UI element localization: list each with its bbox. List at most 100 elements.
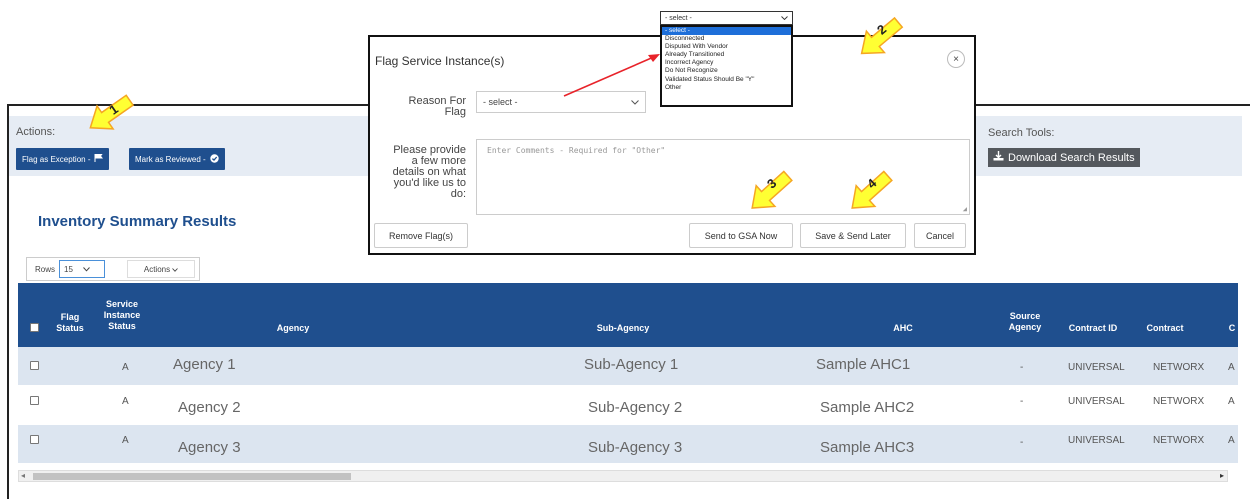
chevron-down-icon [781,15,788,22]
select-all-checkbox[interactable] [30,323,39,332]
header-source-agency[interactable]: Source Agency [1000,311,1050,333]
flag-as-exception-label: Flag as Exception - [22,154,91,164]
download-search-results-button[interactable]: Download Search Results [988,148,1140,167]
comments-placeholder: Enter Comments - Required for "Other" [487,146,666,155]
callout-arrow-2: 2 [850,12,910,64]
table-actions-dropdown[interactable]: Actions [127,260,195,278]
cell-sub-agency: Sub-Agency 1 [584,356,679,373]
mark-as-reviewed-label: Mark as Reviewed - [135,154,206,164]
cell-source-agency: - [1020,437,1024,448]
send-to-gsa-now-button[interactable]: Send to GSA Now [689,223,793,248]
dropdown-current-value: - select - [665,14,692,22]
cancel-label: Cancel [925,230,954,241]
details-label: Please provide a few more details on wha… [374,145,466,200]
table-row[interactable]: A Agency 1 Sub-Agency 1 Sample AHC1 - UN… [18,347,1238,385]
cell-contract: NETWORX [1153,362,1205,373]
reason-dropdown-list: - select - Disconnected Disputed With Ve… [660,25,793,107]
callout-arrow-3: 3 [740,166,800,218]
header-contract[interactable]: Contract [1135,323,1195,334]
cell-sub-agency: Sub-Agency 3 [588,439,683,456]
remove-flags-button[interactable]: Remove Flag(s) [374,223,468,248]
row-checkbox[interactable] [30,435,39,444]
resize-handle-icon[interactable]: ◢ [963,205,967,213]
header-sub-agency[interactable]: Sub-Agency [573,323,673,334]
flag-as-exception-button[interactable]: Flag as Exception - [16,148,110,170]
rows-label: Rows [35,265,56,274]
cell-status: A [122,396,129,407]
reason-label-line: Flag [444,106,466,118]
horizontal-scrollbar[interactable]: ◂ ▸ [18,470,1228,482]
header-flag-status[interactable]: Flag Status [48,312,92,334]
cell-sub-agency: Sub-Agency 2 [588,399,683,416]
dropdown-option[interactable]: Do Not Recognize [662,67,791,75]
dropdown-option[interactable]: Validated Status Should Be "Y" [662,76,791,84]
cell-truncated: A [1228,362,1235,373]
cell-contract: NETWORX [1153,396,1205,407]
reason-select-value: - select - [483,97,518,107]
cell-status: A [122,435,129,446]
dropdown-option[interactable]: Disconnected [662,35,791,43]
download-icon [993,151,1004,164]
dropdown-option[interactable]: - select - [662,27,791,36]
close-button[interactable]: × [947,50,965,68]
header-service-instance-status[interactable]: Service Instance Status [98,299,146,332]
cancel-button[interactable]: Cancel [914,223,966,248]
cell-ahc: Sample AHC1 [816,356,911,373]
row-checkbox[interactable] [30,361,39,370]
cell-contract-id: UNIVERSAL [1068,435,1125,446]
dropdown-option[interactable]: Incorrect Agency [662,59,791,67]
cell-contract-id: UNIVERSAL [1068,396,1125,407]
table-header: Flag Status Service Instance Status Agen… [18,283,1238,347]
cell-agency: Agency 3 [178,439,241,456]
cell-agency: Agency 2 [178,399,241,416]
rows-per-page-select[interactable]: 15 [59,260,105,278]
save-send-later-button[interactable]: Save & Send Later [800,223,906,248]
cell-truncated: A [1228,396,1235,407]
table-actions-label: Actions [143,264,171,274]
dropdown-option[interactable]: Other [662,84,791,92]
header-truncated-column[interactable]: C [1226,323,1238,334]
callout-arrow-1: 1 [80,90,140,138]
mark-as-reviewed-button[interactable]: Mark as Reviewed - [129,148,225,170]
scroll-right-icon[interactable]: ▸ [1220,471,1224,480]
dropdown-option[interactable]: Disputed With Vendor [662,43,791,51]
actions-label: Actions: [16,126,56,138]
section-title: Inventory Summary Results [38,213,237,230]
red-pointer-arrow [563,54,660,97]
table-row[interactable]: A Agency 3 Sub-Agency 3 Sample AHC3 - UN… [18,425,1238,463]
cell-truncated: A [1228,435,1235,446]
scrollbar-thumb[interactable] [33,473,351,480]
search-tools-label: Search Tools: [988,127,1055,139]
scroll-left-icon[interactable]: ◂ [21,471,25,480]
row-checkbox[interactable] [30,396,39,405]
header-ahc[interactable]: AHC [878,323,928,334]
dropdown-option[interactable]: Already Transitioned [662,51,791,59]
chevron-down-icon [83,265,90,274]
rows-value: 15 [64,264,73,274]
close-icon: × [953,53,959,65]
callout-arrow-4: 4 [840,166,900,218]
cell-source-agency: - [1020,362,1024,373]
send-to-gsa-now-label: Send to GSA Now [704,230,778,241]
reason-label: Reason For Flag [380,96,466,118]
header-agency[interactable]: Agency [253,323,333,334]
cell-contract-id: UNIVERSAL [1068,362,1125,373]
table-row[interactable]: A Agency 2 Sub-Agency 2 Sample AHC2 - UN… [18,386,1238,424]
cell-contract: NETWORX [1153,435,1205,446]
modal-title: Flag Service Instance(s) [375,54,505,68]
cell-source-agency: - [1020,396,1024,407]
flag-icon [94,153,104,164]
download-search-results-label: Download Search Results [1008,151,1135,164]
save-send-later-label: Save & Send Later [815,230,891,241]
cell-ahc: Sample AHC3 [820,439,915,456]
rows-control: Rows 15 Actions [26,257,200,281]
cell-ahc: Sample AHC2 [820,399,915,416]
remove-flags-label: Remove Flag(s) [388,230,453,241]
chevron-down-icon [172,265,178,274]
header-contract-id[interactable]: Contract ID [1058,323,1128,334]
cell-agency: Agency 1 [173,356,236,373]
reason-dropdown-field[interactable]: - select - [660,11,793,25]
details-label-line: do: [450,188,466,200]
check-circle-icon [209,153,219,165]
cell-status: A [122,362,129,373]
